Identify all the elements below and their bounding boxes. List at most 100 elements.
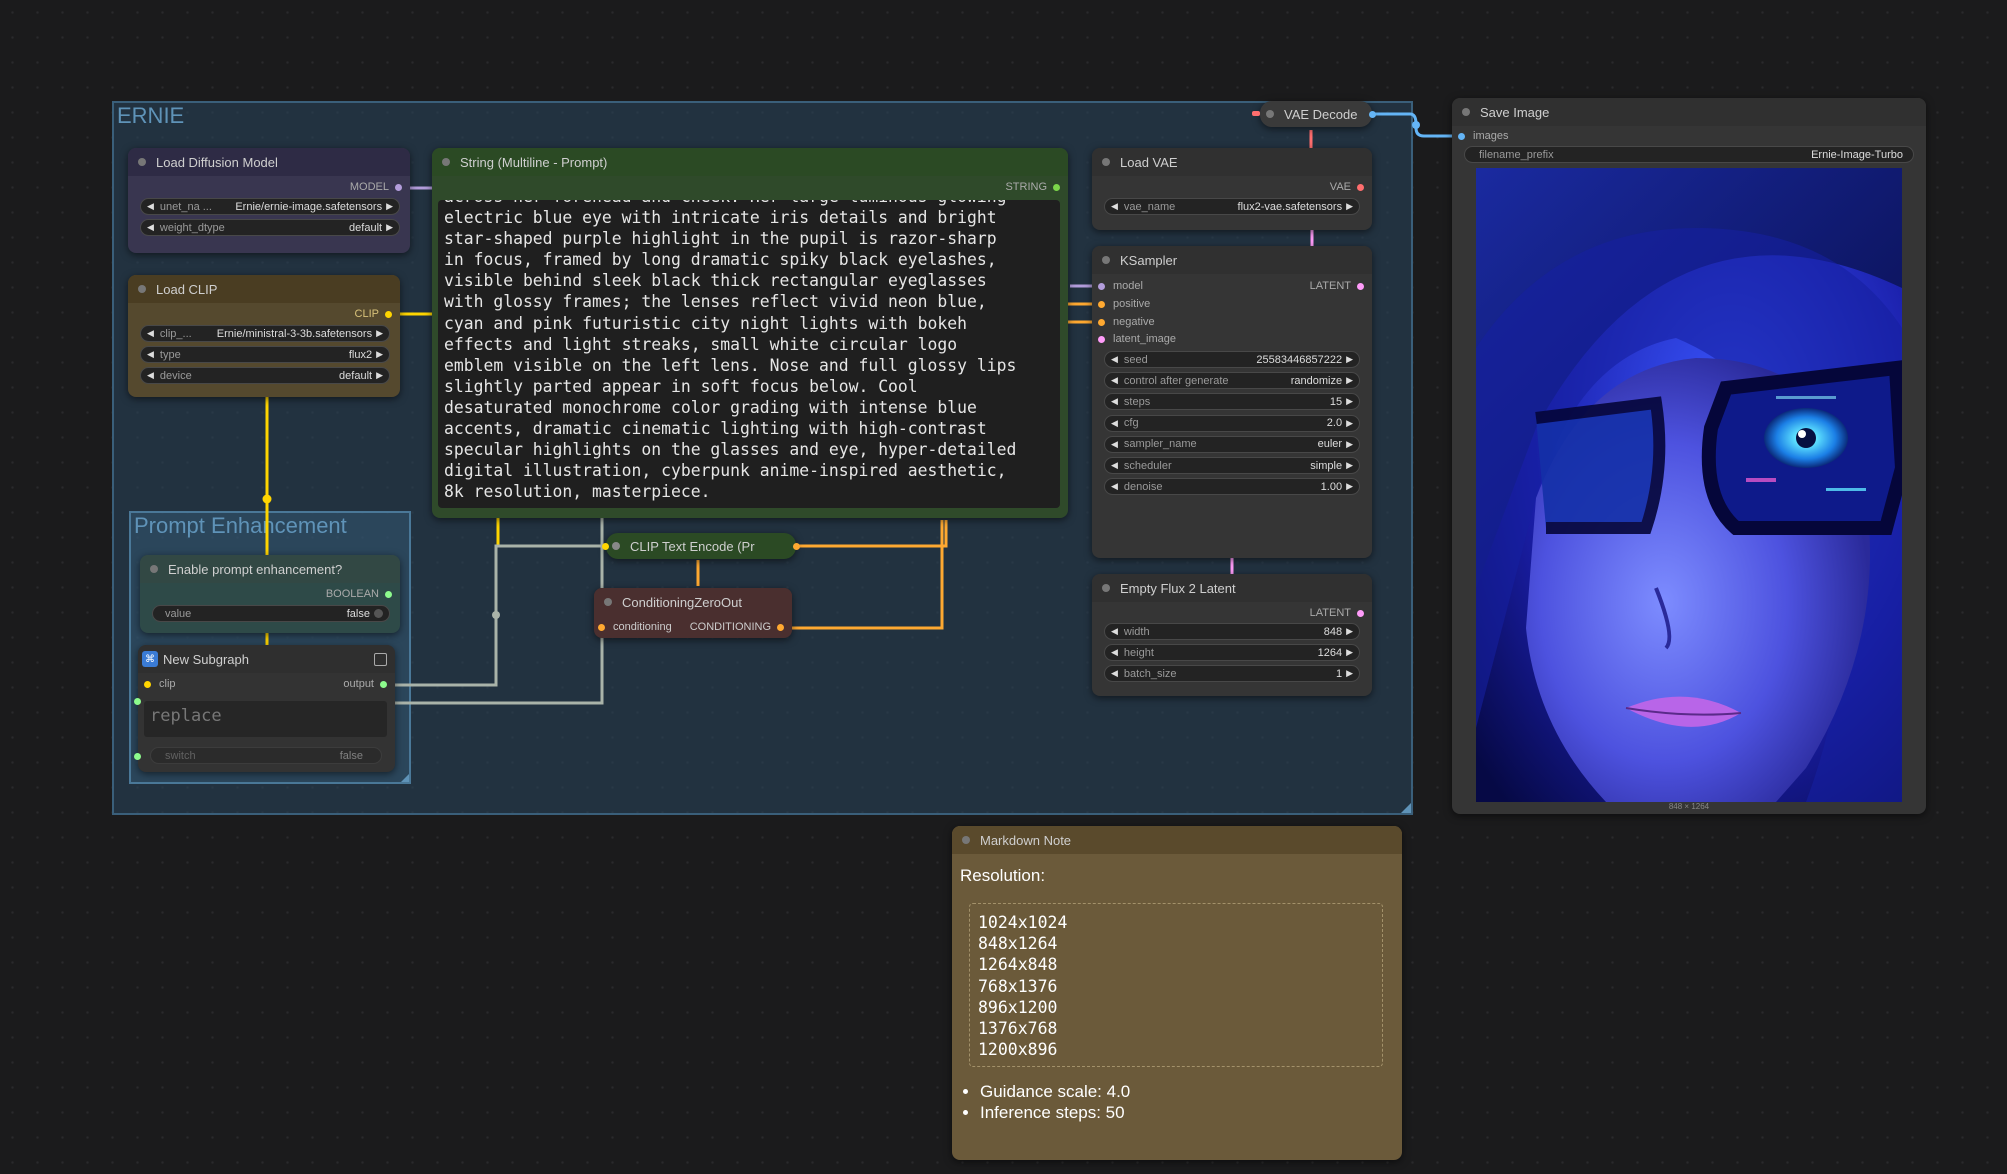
input-clip[interactable]: clip [144,678,176,690]
arrow-right-icon[interactable]: ▶ [1346,354,1353,365]
arrow-right-icon[interactable]: ▶ [1346,481,1353,492]
arrow-left-icon[interactable]: ◀ [1111,354,1118,365]
node-ksampler[interactable]: KSampler LATENT model positive negative … [1092,246,1372,558]
node-string-multiline-prompt[interactable]: String (Multiline - Prompt) STRING acros… [432,148,1068,518]
arrow-left-icon[interactable]: ◀ [1111,201,1118,212]
arrow-left-icon[interactable]: ◀ [1111,460,1118,471]
output-dot[interactable] [793,543,800,550]
collapse-dot[interactable] [1462,108,1470,116]
node-enable-prompt-enhancement[interactable]: Enable prompt enhancement? BOOLEAN value… [140,555,400,633]
input-negative[interactable]: negative [1098,316,1155,328]
arrow-right-icon[interactable]: ▶ [1346,201,1353,212]
collapse-dot[interactable] [604,598,612,606]
node-load-vae[interactable]: Load VAE VAE ◀ vae_name flux2-vae.safetens… [1092,148,1372,230]
cfg-widget[interactable]: ◀ cfg 2.0 ▶ [1104,414,1360,432]
output-latent[interactable]: LATENT [1310,280,1364,292]
input-dot[interactable] [1252,111,1260,116]
arrow-left-icon[interactable]: ◀ [147,201,154,212]
scheduler-widget[interactable]: ◀ scheduler simple ▶ [1104,457,1360,474]
arrow-left-icon[interactable]: ◀ [147,222,154,233]
collapse-dot[interactable] [1266,110,1274,118]
node-conditioning-zero-out[interactable]: ConditioningZeroOut conditioning CONDITI… [594,588,792,638]
arrow-left-icon[interactable]: ◀ [1111,647,1118,658]
input-latent-image[interactable]: latent_image [1098,333,1176,345]
collapse-dot[interactable] [150,565,158,573]
steps-widget[interactable]: ◀ steps 15 ▶ [1104,393,1360,411]
clip-name-widget[interactable]: ◀ clip_... Ernie/ministral-3-3b.safetensor… [140,325,390,342]
open-subgraph-icon[interactable] [374,652,387,666]
control-after-generate-widget[interactable]: ◀ control after generate randomize ▶ [1104,372,1360,390]
replace-textarea[interactable]: replace [144,701,387,737]
arrow-right-icon[interactable]: ▶ [1346,418,1353,429]
collapse-dot[interactable] [612,542,620,550]
sampler-name-widget[interactable]: ◀ sampler_name euler ▶ [1104,435,1360,453]
denoise-widget[interactable]: ◀ denoise 1.00 ▶ [1104,478,1360,496]
input-model[interactable]: model [1098,280,1143,292]
output-output[interactable]: output [343,678,387,690]
output-dot[interactable] [1369,111,1376,118]
filename-prefix-widget[interactable]: filename_prefix Ernie-Image-Turbo [1464,146,1914,163]
node-clip-text-encode[interactable]: CLIP Text Encode (Pr [602,533,800,559]
arrow-left-icon[interactable]: ◀ [147,349,154,360]
toggle-icon[interactable] [374,609,383,618]
output-boolean[interactable]: BOOLEAN [326,588,392,600]
resize-handle[interactable] [1401,803,1411,813]
collapse-dot[interactable] [138,285,146,293]
input-boolean-dot[interactable] [134,698,141,705]
arrow-right-icon[interactable]: ▶ [1346,626,1353,637]
resolution-code-block[interactable]: 1024x1024 848x1264 1264x848 768x1376 896x120… [969,903,1383,1067]
node-empty-flux2-latent[interactable]: Empty Flux 2 Latent LATENT ◀ width 848 ▶ ◀ he… [1092,574,1372,696]
output-conditioning[interactable]: CONDITIONING [690,621,784,633]
collapse-dot[interactable] [442,158,450,166]
vae-name-widget[interactable]: ◀ vae_name flux2-vae.safetensors ▶ [1104,198,1360,215]
arrow-left-icon[interactable]: ◀ [147,370,154,381]
arrow-left-icon[interactable]: ◀ [1111,668,1118,679]
device-widget[interactable]: ◀ device default ▶ [140,367,390,384]
arrow-right-icon[interactable]: ▶ [1346,460,1353,471]
collapse-dot[interactable] [1102,158,1110,166]
output-clip[interactable]: CLIP [355,308,392,320]
type-widget[interactable]: ◀ type flux2 ▶ [140,346,390,363]
arrow-left-icon[interactable]: ◀ [1111,481,1118,492]
arrow-right-icon[interactable]: ▶ [376,328,383,339]
weight-dtype-widget[interactable]: ◀ weight_dtype default ▶ [140,219,400,236]
arrow-left-icon[interactable]: ◀ [147,328,154,339]
collapse-dot[interactable] [138,158,146,166]
height-widget[interactable]: ◀ height 1264 ▶ [1104,644,1360,661]
arrow-right-icon[interactable]: ▶ [1346,375,1353,386]
collapse-dot[interactable] [962,836,970,844]
node-vae-decode[interactable]: VAE Decode [1252,101,1376,127]
seed-widget[interactable]: ◀ seed 25583446857222 ▶ [1104,351,1360,368]
node-new-subgraph[interactable]: ⌘ New Subgraph clip output replace switc… [134,645,395,772]
preview-image[interactable] [1476,168,1902,802]
arrow-right-icon[interactable]: ▶ [1346,439,1353,450]
collapse-dot[interactable] [1102,256,1110,264]
arrow-left-icon[interactable]: ◀ [1111,626,1118,637]
batch-size-widget[interactable]: ◀ batch_size 1 ▶ [1104,665,1360,682]
node-markdown-note[interactable]: Markdown Note Resolution: 1024x1024 848x1… [952,826,1402,1160]
node-load-diffusion-model[interactable]: Load Diffusion Model MODEL ◀ unet_na ... E… [128,148,410,253]
resize-handle[interactable] [401,774,409,782]
input-positive[interactable]: positive [1098,298,1150,310]
arrow-right-icon[interactable]: ▶ [376,370,383,381]
unet-name-widget[interactable]: ◀ unet_na ... Ernie/ernie-image.safetensor… [140,198,400,215]
arrow-right-icon[interactable]: ▶ [386,222,393,233]
prompt-textarea[interactable]: across her forehead and cheek. Her large… [438,200,1060,508]
input-dot[interactable] [602,543,609,550]
arrow-right-icon[interactable]: ▶ [1346,396,1353,407]
output-vae[interactable]: VAE [1330,181,1364,193]
arrow-right-icon[interactable]: ▶ [376,349,383,360]
arrow-left-icon[interactable]: ◀ [1111,375,1118,386]
arrow-left-icon[interactable]: ◀ [1111,439,1118,450]
arrow-left-icon[interactable]: ◀ [1111,418,1118,429]
input-switch-dot[interactable] [134,753,141,760]
output-string[interactable]: STRING [1005,181,1060,193]
output-model[interactable]: MODEL [350,181,402,193]
collapse-dot[interactable] [1102,584,1110,592]
arrow-right-icon[interactable]: ▶ [1346,668,1353,679]
arrow-left-icon[interactable]: ◀ [1111,396,1118,407]
switch-widget[interactable]: switch false [150,747,382,764]
arrow-right-icon[interactable]: ▶ [386,201,393,212]
width-widget[interactable]: ◀ width 848 ▶ [1104,623,1360,640]
arrow-right-icon[interactable]: ▶ [1346,647,1353,658]
